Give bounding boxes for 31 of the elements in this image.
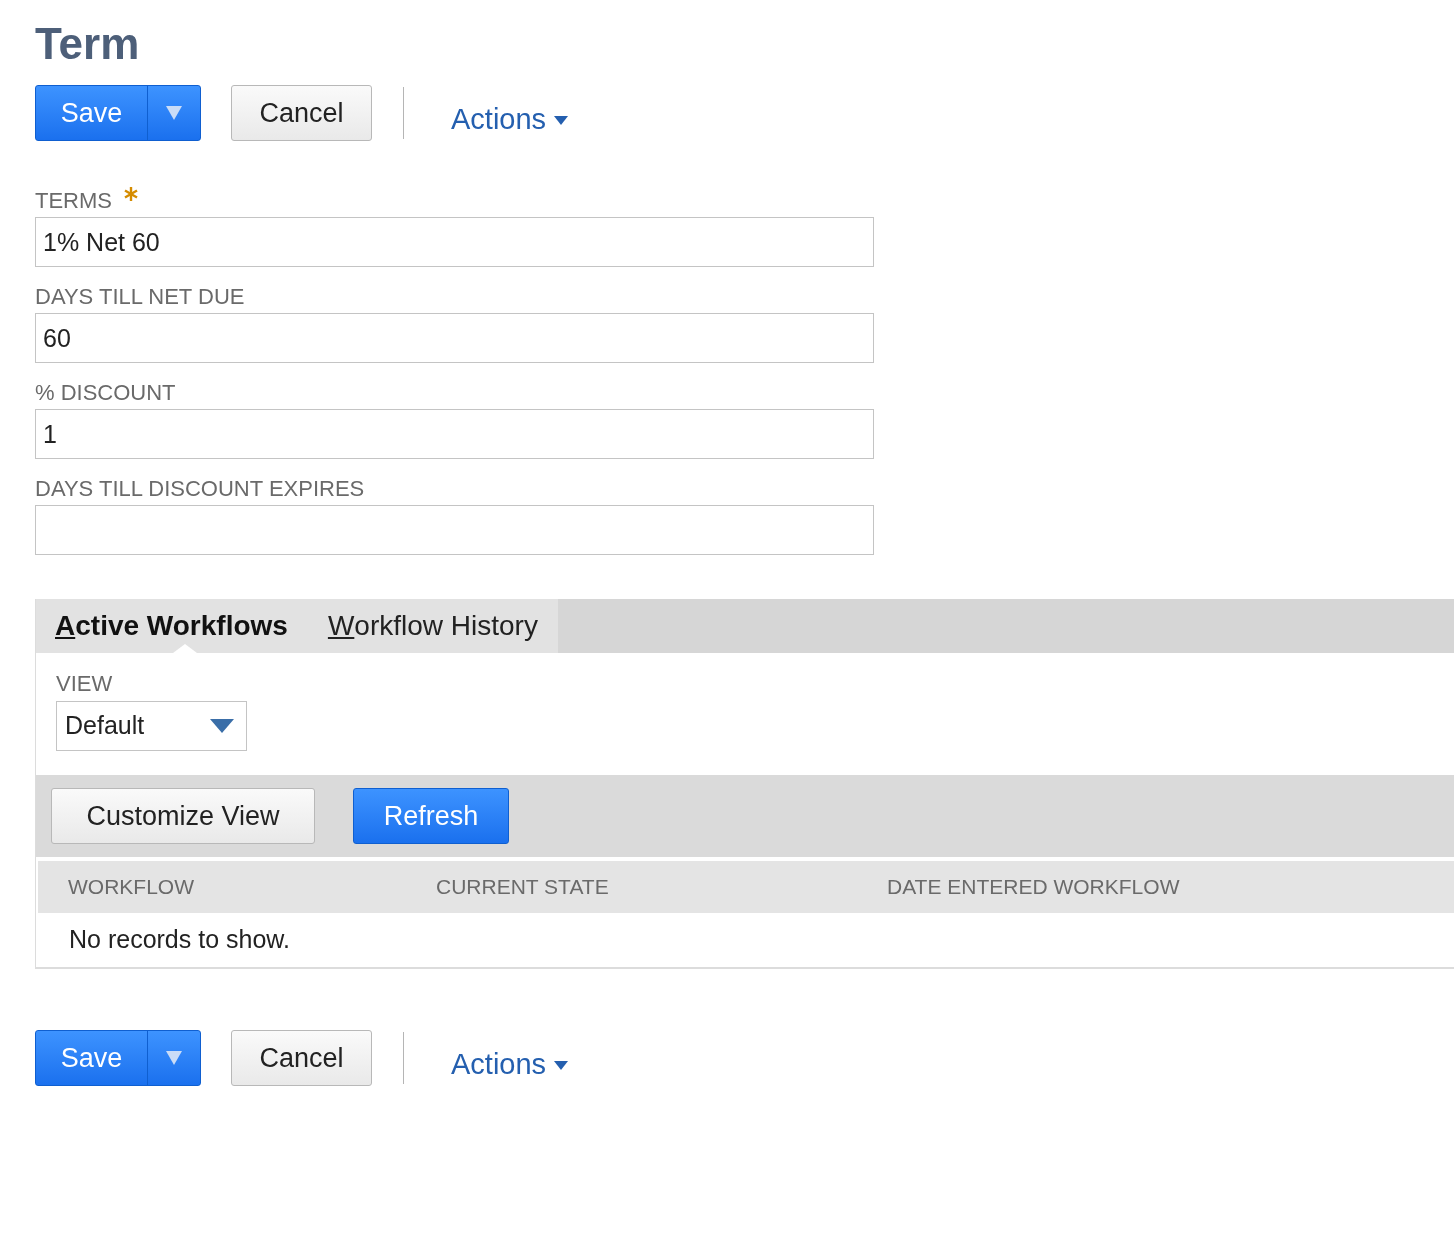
field-label: TERMS — [35, 187, 112, 215]
caret-icon[interactable] — [166, 1051, 182, 1065]
text-field[interactable]: 1 — [35, 409, 874, 459]
page-title: Term — [35, 18, 141, 70]
save-label[interactable]: Save — [36, 86, 148, 140]
cancel-button[interactable]: Cancel — [231, 1030, 372, 1086]
view-dropdown[interactable]: Default — [56, 701, 247, 751]
tab[interactable]: Active Workflows — [55, 599, 288, 653]
caret-icon — [554, 1060, 569, 1070]
save-button[interactable]: Save — [35, 1030, 201, 1086]
refresh-button[interactable]: Refresh — [353, 788, 509, 844]
tab[interactable]: Workflow History — [327, 599, 538, 653]
field-label: DAYS TILL DISCOUNT EXPIRES — [35, 475, 365, 503]
field-label: % DISCOUNT — [35, 379, 176, 407]
customize-view-button[interactable]: Customize View — [51, 788, 315, 844]
caret-icon — [210, 719, 234, 733]
save-button[interactable]: Save — [35, 85, 201, 141]
caret-icon[interactable] — [166, 106, 182, 120]
view-label: VIEW — [56, 670, 114, 698]
empty-message: No records to show. — [69, 924, 290, 956]
column-header: CURRENT STATE — [435, 874, 610, 901]
actions-menu[interactable]: Actions — [451, 1043, 569, 1087]
field-label: DAYS TILL NET DUE — [35, 283, 245, 311]
column-header: DATE ENTERED WORKFLOW — [886, 874, 1180, 901]
actions-menu[interactable]: Actions — [451, 98, 569, 142]
caret-icon — [554, 115, 569, 125]
text-field[interactable]: 60 — [35, 313, 874, 363]
cancel-button[interactable]: Cancel — [231, 85, 372, 141]
column-header: WORKFLOW — [67, 874, 195, 901]
text-field[interactable]: 1% Net 60 — [35, 217, 874, 267]
save-label[interactable]: Save — [36, 1031, 148, 1085]
